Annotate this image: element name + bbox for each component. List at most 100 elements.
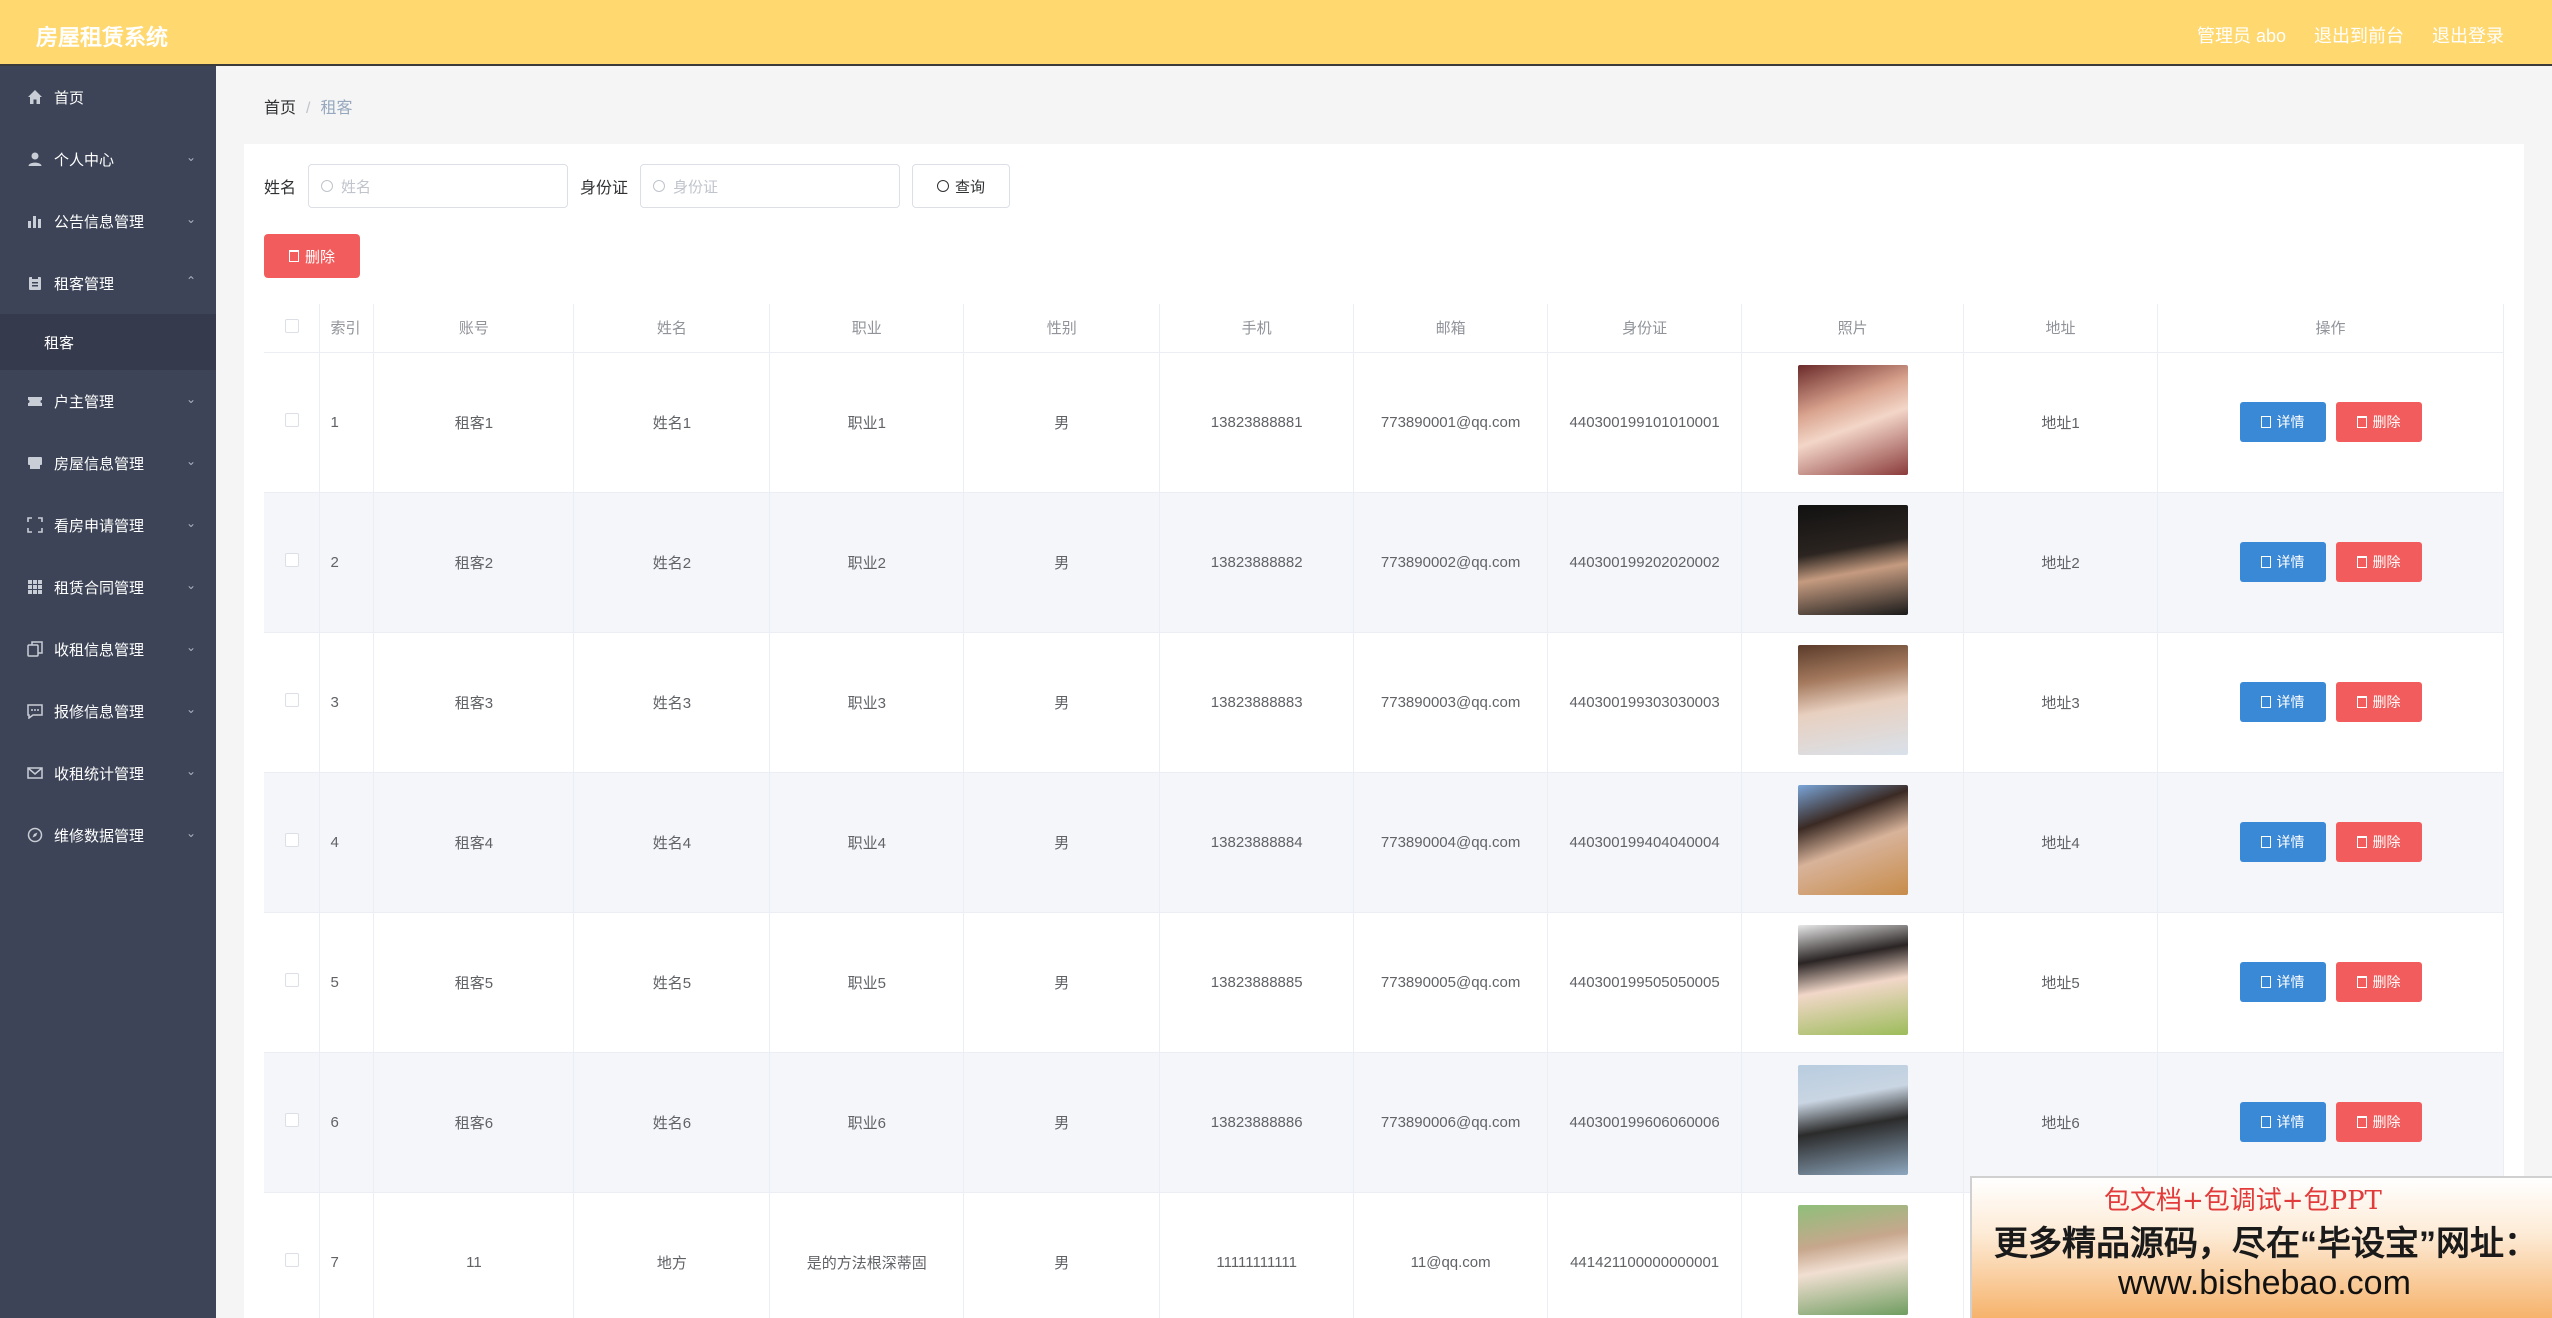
detail-button[interactable]: 详情 bbox=[2239, 402, 2326, 442]
sidebar-item-repairs[interactable]: 报修信息管理 ⌄ bbox=[0, 680, 216, 742]
trash-icon bbox=[288, 250, 299, 262]
sidebar-item-label: 房屋信息管理 bbox=[54, 455, 145, 473]
cell-address: 地址6 bbox=[1963, 1052, 2158, 1193]
admin-label: 管理员 abo bbox=[2196, 26, 2286, 46]
sidebar-item-viewing-requests[interactable]: 看房申请管理 ⌄ bbox=[0, 494, 216, 556]
sidebar-item-repair-data[interactable]: 维修数据管理 ⌄ bbox=[0, 804, 216, 866]
row-checkbox[interactable] bbox=[264, 912, 321, 1053]
chevron-down-icon: ⌄ bbox=[185, 702, 196, 716]
cell-account: 租客2 bbox=[373, 492, 575, 633]
search-icon bbox=[653, 180, 666, 192]
delete-button[interactable]: 删除 bbox=[2335, 402, 2422, 442]
detail-button[interactable]: 详情 bbox=[2239, 962, 2326, 1002]
chart-icon bbox=[26, 212, 44, 230]
document-icon bbox=[2260, 976, 2271, 988]
delete-button[interactable]: 删除 bbox=[2335, 962, 2422, 1002]
cell-index: 6 bbox=[319, 1052, 375, 1193]
cell-email: 773890001@qq.com bbox=[1353, 352, 1549, 493]
tenant-photo bbox=[1797, 1065, 1908, 1175]
batch-delete-button[interactable]: 删除 bbox=[264, 234, 360, 278]
search-icon bbox=[937, 180, 950, 192]
cell-occupation: 职业5 bbox=[769, 912, 965, 1053]
user-icon bbox=[26, 150, 44, 168]
back-to-front-link[interactable]: 退出到前台 bbox=[2314, 22, 2404, 48]
sidebar-item-label: 维修数据管理 bbox=[54, 827, 145, 845]
name-search-input[interactable]: 姓名 bbox=[308, 164, 569, 208]
row-checkbox[interactable] bbox=[264, 632, 321, 773]
trash-icon bbox=[2356, 976, 2367, 988]
row-checkbox[interactable] bbox=[264, 352, 321, 493]
chevron-down-icon: ⌄ bbox=[185, 640, 196, 654]
delete-button[interactable]: 删除 bbox=[2335, 1102, 2422, 1142]
delete-button-label: 删除 bbox=[2372, 414, 2401, 430]
row-checkbox[interactable] bbox=[264, 772, 321, 913]
chevron-down-icon: ⌄ bbox=[185, 764, 196, 778]
detail-button-label: 详情 bbox=[2276, 694, 2305, 710]
trash-icon bbox=[2356, 416, 2367, 428]
detail-button[interactable]: 详情 bbox=[2239, 1102, 2326, 1142]
detail-button[interactable]: 详情 bbox=[2239, 822, 2326, 862]
cell-email: 773890002@qq.com bbox=[1353, 492, 1549, 633]
tenant-photo bbox=[1797, 645, 1908, 755]
table-row: 5 租客5 姓名5 职业5 男 13823888885 773890005@qq… bbox=[264, 912, 2504, 1053]
compass-icon bbox=[26, 826, 44, 844]
sidebar-item-profile[interactable]: 个人中心 ⌄ bbox=[0, 128, 216, 190]
cell-gender: 男 bbox=[963, 632, 1161, 773]
cell-photo bbox=[1741, 1052, 1965, 1193]
breadcrumb-home[interactable]: 首页 bbox=[264, 100, 296, 117]
id-card-search-input[interactable]: 身份证 bbox=[640, 164, 901, 208]
delete-button[interactable]: 删除 bbox=[2335, 542, 2422, 582]
sidebar-item-rent-stats[interactable]: 收租统计管理 ⌄ bbox=[0, 742, 216, 804]
sidebar-item-label: 租赁合同管理 bbox=[54, 579, 145, 597]
cell-id-card: 440300199303030003 bbox=[1547, 632, 1743, 773]
fullscreen-icon bbox=[26, 516, 44, 534]
sidebar-item-contracts[interactable]: 租赁合同管理 ⌄ bbox=[0, 556, 216, 618]
message-icon bbox=[26, 764, 44, 782]
detail-button-label: 详情 bbox=[2276, 1114, 2305, 1130]
column-header: 操作 bbox=[2157, 304, 2504, 353]
sidebar-subitem-tenant[interactable]: 租客 bbox=[0, 314, 216, 370]
row-checkbox[interactable] bbox=[264, 1052, 321, 1193]
cell-id-card: 440300199101010001 bbox=[1547, 352, 1743, 493]
cell-index: 4 bbox=[319, 772, 375, 913]
delete-button[interactable]: 删除 bbox=[2335, 682, 2422, 722]
sidebar-item-rent-collection[interactable]: 收租信息管理 ⌄ bbox=[0, 618, 216, 680]
sidebar-item-notices[interactable]: 公告信息管理 ⌄ bbox=[0, 190, 216, 252]
breadcrumb: 首页 / 租客 bbox=[264, 94, 352, 118]
cell-photo bbox=[1741, 492, 1965, 633]
content-card: 姓名 姓名 身份证 身份证 查询 删除 索引 账号 姓名 职业 性别 手机 邮箱… bbox=[244, 144, 2524, 1318]
column-header: 地址 bbox=[1963, 304, 2158, 353]
sidebar-item-label: 看房申请管理 bbox=[54, 517, 145, 535]
column-header: 照片 bbox=[1741, 304, 1965, 353]
select-all-checkbox[interactable] bbox=[264, 304, 321, 353]
sidebar-item-label: 户主管理 bbox=[54, 393, 115, 411]
sidebar-item-home[interactable]: 首页 bbox=[0, 66, 216, 128]
query-button-label: 查询 bbox=[955, 178, 986, 196]
column-header: 性别 bbox=[963, 304, 1161, 353]
cell-phone: 11111111111 bbox=[1159, 1192, 1355, 1318]
row-checkbox[interactable] bbox=[264, 492, 321, 633]
cell-email: 773890005@qq.com bbox=[1353, 912, 1549, 1053]
detail-button[interactable]: 详情 bbox=[2239, 542, 2326, 582]
tenant-photo bbox=[1797, 505, 1908, 615]
cell-phone: 13823888886 bbox=[1159, 1052, 1355, 1193]
sidebar-item-owners[interactable]: 户主管理 ⌄ bbox=[0, 370, 216, 432]
detail-button-label: 详情 bbox=[2276, 834, 2305, 850]
delete-button-label: 删除 bbox=[2372, 694, 2401, 710]
cell-gender: 男 bbox=[963, 1052, 1161, 1193]
delete-button-label: 删除 bbox=[2372, 554, 2401, 570]
column-header: 邮箱 bbox=[1353, 304, 1549, 353]
chevron-down-icon: ⌄ bbox=[185, 516, 196, 530]
delete-button[interactable]: 删除 bbox=[2335, 822, 2422, 862]
sidebar-item-houses[interactable]: 房屋信息管理 ⌄ bbox=[0, 432, 216, 494]
sidebar-item-tenants[interactable]: 租客管理 ⌃ bbox=[0, 252, 216, 314]
logout-link[interactable]: 退出登录 bbox=[2432, 22, 2504, 48]
table-row: 3 租客3 姓名3 职业3 男 13823888883 773890003@qq… bbox=[264, 632, 2504, 773]
detail-button[interactable]: 详情 bbox=[2239, 682, 2326, 722]
cell-name: 姓名3 bbox=[573, 632, 771, 773]
id-card-placeholder: 身份证 bbox=[673, 178, 719, 196]
cell-index: 2 bbox=[319, 492, 375, 633]
row-checkbox[interactable] bbox=[264, 1192, 321, 1318]
table-row: 2 租客2 姓名2 职业2 男 13823888882 773890002@qq… bbox=[264, 492, 2504, 633]
query-button[interactable]: 查询 bbox=[912, 164, 1011, 208]
